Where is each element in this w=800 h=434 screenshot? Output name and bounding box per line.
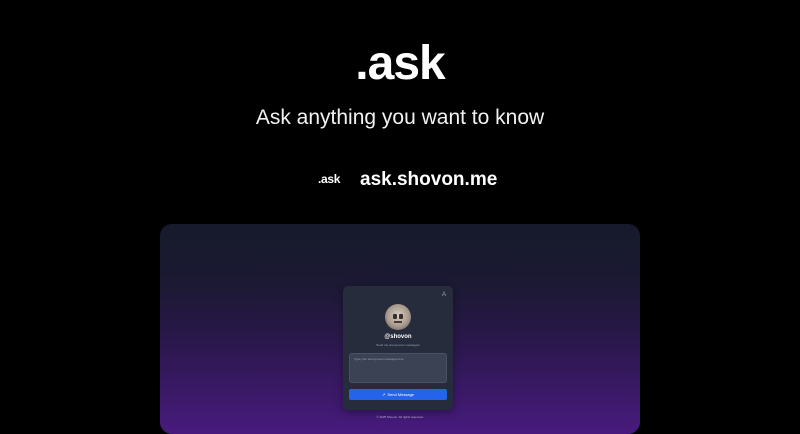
brand-row: .ask ask.shovon.me: [0, 168, 800, 192]
card-hint: Send me anonymous messages!: [376, 343, 420, 347]
brand-logo: .ask: [318, 172, 341, 186]
message-placeholder: Type your anonymous message here: [354, 357, 404, 361]
preview-footer: © 2025 Shovon. All rights reserved.: [376, 415, 424, 419]
message-textarea[interactable]: Type your anonymous message here: [349, 353, 447, 383]
send-icon: ↗: [381, 392, 386, 397]
ask-card: A @shovon Send me anonymous messages! Ty…: [343, 286, 453, 410]
brand-domain: ask.shovon.me: [360, 169, 498, 190]
send-message-label: Send Message: [387, 392, 415, 397]
app-preview-screenshot: A @shovon Send me anonymous messages! Ty…: [160, 224, 640, 434]
hero-subtitle: Ask anything you want to know: [255, 106, 545, 129]
avatar: [385, 304, 411, 330]
send-message-button[interactable]: ↗ Send Message: [349, 389, 447, 400]
card-username: @shovon: [384, 334, 412, 340]
hero-title: .ask: [355, 37, 445, 90]
translate-icon[interactable]: A: [442, 292, 446, 298]
